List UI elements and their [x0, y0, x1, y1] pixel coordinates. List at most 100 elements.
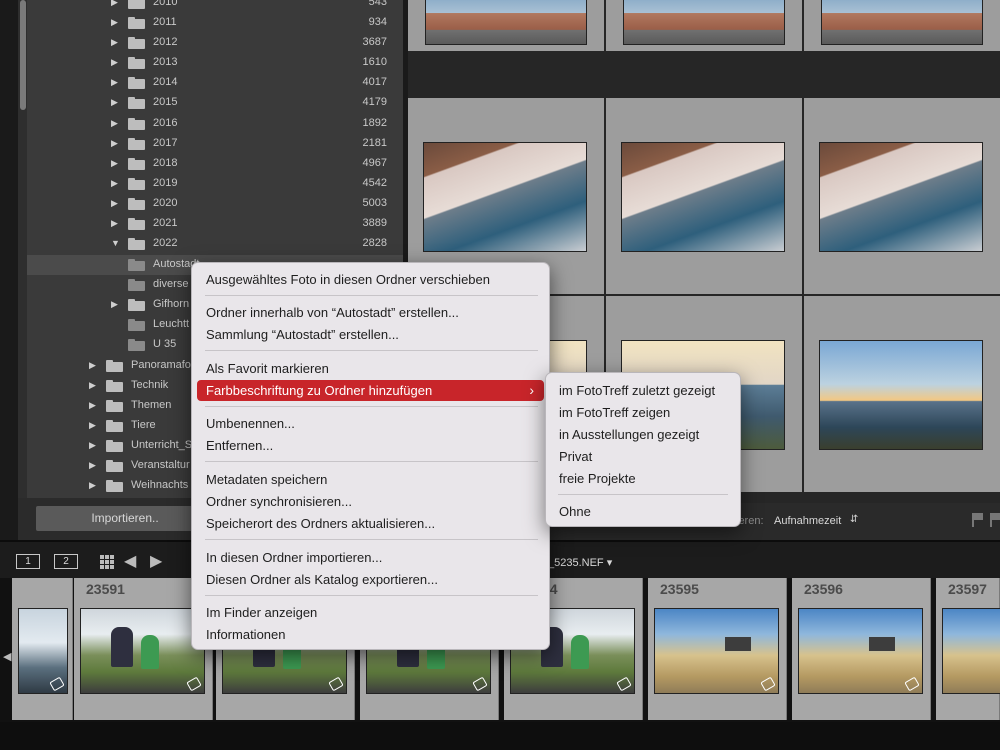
photo-thumbnail[interactable]	[425, 0, 587, 45]
expand-triangle-icon[interactable]: ▶	[111, 0, 118, 8]
filmstrip-filename[interactable]: _5235.NEF ▾	[548, 556, 612, 569]
filmstrip-thumbnail[interactable]	[18, 608, 68, 694]
filmstrip-cell[interactable]	[12, 578, 73, 720]
expand-triangle-icon[interactable]: ▶	[89, 480, 96, 491]
expand-triangle-icon[interactable]: ▶	[89, 420, 96, 431]
photo-thumbnail[interactable]	[621, 142, 785, 252]
sort-dropdown[interactable]: Aufnahmezeit	[774, 515, 841, 527]
filmstrip-thumbnail[interactable]	[942, 608, 1000, 694]
folder-row-2019[interactable]: ▶ 2019 4542	[18, 174, 403, 194]
grid-cell[interactable]	[606, 0, 802, 51]
flag-icon[interactable]	[990, 513, 1000, 527]
menu-separator	[205, 350, 538, 351]
filmstrip-thumbnail[interactable]	[654, 608, 779, 694]
expand-triangle-icon[interactable]: ▶	[89, 380, 96, 391]
submenu-item-fototreff-last[interactable]: im FotoTreff zuletzt gezeigt	[551, 380, 735, 401]
expand-triangle-icon[interactable]: ▶	[111, 178, 118, 189]
menu-separator	[205, 461, 538, 462]
expand-triangle-icon[interactable]: ▶	[111, 37, 118, 48]
grid-cell[interactable]	[606, 98, 802, 294]
folder-row-2014[interactable]: ▶ 2014 4017	[18, 73, 403, 93]
expand-triangle-icon[interactable]: ▶	[111, 118, 118, 129]
grid-cell[interactable]	[804, 0, 1000, 51]
tag-icon	[49, 676, 65, 692]
menu-item-information[interactable]: Informationen	[197, 624, 544, 645]
menu-item-add-color-label[interactable]: Farbbeschriftung zu Ordner hinzufügen ›	[197, 380, 544, 401]
folder-row-2017[interactable]: ▶ 2017 2181	[18, 134, 403, 154]
menu-item-remove[interactable]: Entfernen...	[197, 435, 544, 456]
folder-icon	[128, 138, 145, 150]
submenu-item-exhibitions[interactable]: in Ausstellungen gezeigt	[551, 424, 735, 445]
submenu-item-private[interactable]: Privat	[551, 446, 735, 467]
back-arrow-icon[interactable]: ◀	[124, 551, 136, 571]
expand-triangle-icon[interactable]: ▶	[111, 218, 118, 229]
folder-icon	[128, 77, 145, 89]
folder-row-2018[interactable]: ▶ 2018 4967	[18, 154, 403, 174]
folder-row-2012[interactable]: ▶ 2012 3687	[18, 33, 403, 53]
menu-item-update-location[interactable]: Speicherort des Ordners aktualisieren...	[197, 513, 544, 534]
folder-row-2010[interactable]: ▶ 2010 543	[18, 0, 403, 13]
photo-thumbnail[interactable]	[623, 0, 785, 45]
expand-triangle-icon[interactable]: ▶	[111, 158, 118, 169]
photo-thumbnail[interactable]	[423, 142, 587, 252]
menu-item-show-in-finder[interactable]: Im Finder anzeigen	[197, 602, 544, 623]
filmstrip-cell[interactable]: 23597	[936, 578, 1000, 720]
menu-item-move-photo[interactable]: Ausgewähltes Foto in diesen Ordner versc…	[197, 269, 544, 290]
menu-item-create-collection[interactable]: Sammlung “Autostadt” erstellen...	[197, 324, 544, 345]
filmstrip-cell[interactable]: 23595	[648, 578, 787, 720]
folder-row-2015[interactable]: ▶ 2015 4179	[18, 93, 403, 113]
forward-arrow-icon[interactable]: ▶	[150, 551, 162, 571]
grid-cell[interactable]	[408, 0, 604, 51]
grid-view-icon[interactable]	[100, 555, 115, 569]
folder-row-2022[interactable]: ▼ 2022 2828	[18, 234, 403, 254]
folder-name: Panoramafo	[131, 359, 191, 371]
menu-item-sync-folder[interactable]: Ordner synchronisieren...	[197, 491, 544, 512]
grid-cell[interactable]	[804, 296, 1000, 492]
grid-cell[interactable]	[804, 98, 1000, 294]
folder-row-2016[interactable]: ▶ 2016 1892	[18, 114, 403, 134]
submenu-item-none[interactable]: Ohne	[551, 501, 735, 522]
photo-thumbnail[interactable]	[819, 142, 983, 252]
folder-row-2020[interactable]: ▶ 2020 5003	[18, 194, 403, 214]
menu-item-mark-favorite[interactable]: Als Favorit markieren	[197, 358, 544, 379]
import-button[interactable]: Importieren..	[36, 506, 214, 531]
menu-item-rename[interactable]: Umbenennen...	[197, 413, 544, 434]
folder-name: 2010	[153, 0, 178, 8]
folder-row-2013[interactable]: ▶ 2013 1610	[18, 53, 403, 73]
filmstrip-cell[interactable]: 23596	[792, 578, 931, 720]
flag-icon[interactable]	[972, 513, 984, 527]
expand-triangle-icon[interactable]: ▶	[89, 400, 96, 411]
submenu-item-free-projects[interactable]: freie Projekte	[551, 468, 735, 489]
expand-triangle-icon[interactable]: ▶	[111, 17, 118, 28]
menu-item-export-catalog[interactable]: Diesen Ordner als Katalog exportieren...	[197, 569, 544, 590]
submenu-item-fototreff-show[interactable]: im FotoTreff zeigen	[551, 402, 735, 423]
folders-scrollbar-thumb[interactable]	[20, 0, 26, 110]
expand-triangle-icon[interactable]: ▶	[111, 97, 118, 108]
filmstrip-thumbnail[interactable]	[80, 608, 205, 694]
filmstrip-thumbnail[interactable]	[798, 608, 923, 694]
photo-thumbnail[interactable]	[821, 0, 983, 45]
photo-thumbnail[interactable]	[819, 340, 983, 450]
chevron-updown-icon[interactable]: ⇵	[850, 514, 858, 525]
folder-row-2011[interactable]: ▶ 2011 934	[18, 13, 403, 33]
collapse-triangle-icon[interactable]: ▼	[111, 238, 120, 248]
expand-triangle-icon[interactable]: ▶	[89, 360, 96, 371]
expand-triangle-icon[interactable]: ▶	[89, 460, 96, 471]
color-label-submenu[interactable]: im FotoTreff zuletzt gezeigt im FotoTref…	[545, 372, 741, 527]
folder-icon	[128, 0, 145, 9]
expand-triangle-icon[interactable]: ▶	[111, 138, 118, 149]
expand-triangle-icon[interactable]: ▶	[111, 299, 118, 310]
folder-context-menu[interactable]: Ausgewähltes Foto in diesen Ordner versc…	[191, 262, 550, 650]
secondary-monitor-button[interactable]: 2	[54, 554, 78, 569]
folder-row-2021[interactable]: ▶ 2021 3889	[18, 214, 403, 234]
menu-item-save-metadata[interactable]: Metadaten speichern	[197, 469, 544, 490]
filmstrip-left-arrow-icon[interactable]: ◀	[3, 650, 11, 663]
menu-item-import-to-folder[interactable]: In diesen Ordner importieren...	[197, 547, 544, 568]
expand-triangle-icon[interactable]: ▶	[89, 440, 96, 451]
primary-monitor-button[interactable]: 1	[16, 554, 40, 569]
expand-triangle-icon[interactable]: ▶	[111, 57, 118, 68]
menu-item-create-folder[interactable]: Ordner innerhalb von “Autostadt” erstell…	[197, 302, 544, 323]
expand-triangle-icon[interactable]: ▶	[111, 77, 118, 88]
menu-separator	[205, 295, 538, 296]
expand-triangle-icon[interactable]: ▶	[111, 198, 118, 209]
